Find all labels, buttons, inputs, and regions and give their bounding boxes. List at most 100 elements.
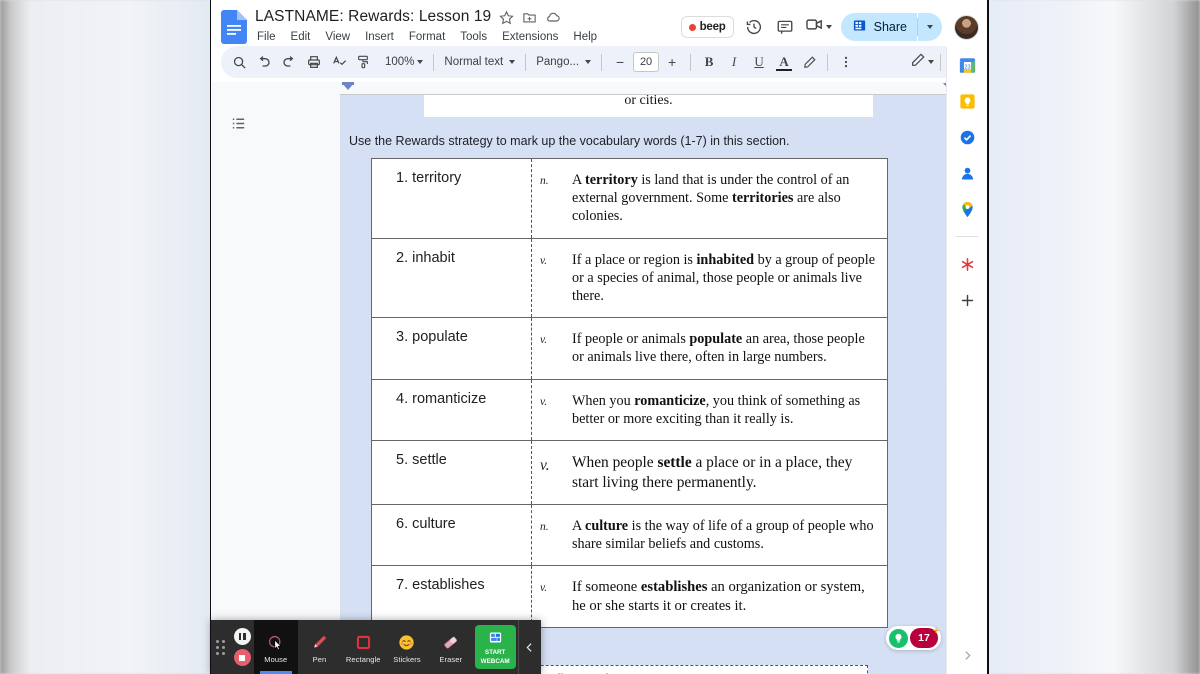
vocab-word: populate <box>412 329 468 346</box>
vocab-definition-cell[interactable]: n. A territory is land that is under the… <box>532 159 888 239</box>
vocab-word-cell[interactable]: 5. settle <box>371 440 532 505</box>
zoom-selector[interactable]: 100% <box>377 56 427 68</box>
writing-suggestions-badges[interactable]: 17 + <box>886 626 941 650</box>
cloud-saved-icon[interactable] <box>545 9 561 25</box>
definition-text: When you romanticize, you think of somet… <box>572 392 861 427</box>
paint-format-icon[interactable] <box>352 50 376 74</box>
table-row[interactable]: 4. romanticize v. When you romanticize, … <box>371 379 888 441</box>
table-row[interactable]: 2. inhabit v. If a place or region is in… <box>371 238 888 318</box>
menu-view[interactable]: View <box>324 30 351 44</box>
increase-font-size-button[interactable]: + <box>660 50 684 74</box>
vocab-word-cell[interactable]: 6. culture <box>371 504 532 566</box>
avatar[interactable] <box>954 14 979 40</box>
previous-paragraph-fragment: or cities. <box>424 95 873 117</box>
star-icon[interactable] <box>499 10 514 25</box>
toolbar-divider <box>940 53 941 71</box>
beep-recording-button[interactable]: beep <box>680 16 734 38</box>
redo-icon[interactable] <box>277 50 301 74</box>
table-row[interactable]: 5. settle v. When people settle a place … <box>371 440 888 505</box>
share-control: Share <box>840 13 942 41</box>
vocabulary-table[interactable]: 1. territory n. A territory is land that… <box>371 158 888 628</box>
font-family-selector[interactable]: Pango... <box>532 56 595 68</box>
share-dropdown-button[interactable] <box>918 13 942 41</box>
vocab-word-cell[interactable]: 1. territory <box>371 158 532 239</box>
menu-extensions[interactable]: Extensions <box>501 30 559 44</box>
bold-button[interactable]: B <box>697 50 721 74</box>
paragraph-style-selector[interactable]: Normal text <box>440 56 519 68</box>
vocab-definition-cell[interactable]: v. If people or animals populate an area… <box>532 318 888 379</box>
document-page[interactable]: or cities. Use the Rewards strategy to m… <box>340 95 957 674</box>
vocab-word-cell[interactable]: 4. romanticize <box>371 379 532 441</box>
menu-file[interactable]: File <box>256 30 277 44</box>
menu-format[interactable]: Format <box>408 30 446 44</box>
editor-area: or cities. Use the Rewards strategy to m… <box>211 82 987 674</box>
vocab-number: 1. <box>396 170 409 186</box>
collapse-chevron-icon[interactable] <box>517 620 541 674</box>
vocab-definition-cell[interactable]: n. A culture is the way of life of a gro… <box>532 505 888 566</box>
vocab-definition-cell[interactable]: v. If someone establishes an organizatio… <box>532 566 888 627</box>
editing-mode-selector[interactable] <box>910 52 934 73</box>
share-button[interactable]: Share <box>840 13 917 41</box>
start-webcam-button[interactable]: START WEBCAM <box>474 625 516 669</box>
table-row[interactable]: 3. populate v. If people or animals popu… <box>371 317 888 380</box>
spellcheck-icon[interactable] <box>327 50 351 74</box>
italic-button[interactable]: I <box>722 50 746 74</box>
highlight-pen-icon[interactable] <box>797 50 821 74</box>
google-keep-icon[interactable] <box>956 90 978 112</box>
backdrop-right <box>985 0 1200 674</box>
stop-recording-icon[interactable] <box>233 649 251 666</box>
menu-tools[interactable]: Tools <box>459 30 488 44</box>
add-addon-icon[interactable] <box>956 289 978 311</box>
menu-insert[interactable]: Insert <box>364 30 395 44</box>
part-of-speech: n. <box>540 175 549 187</box>
undo-icon[interactable] <box>252 50 276 74</box>
google-maps-icon[interactable] <box>956 198 978 220</box>
drag-grip-icon[interactable] <box>211 620 231 674</box>
google-calendar-icon[interactable]: 23 <box>956 54 978 76</box>
menu-help[interactable]: Help <box>572 30 598 44</box>
print-icon[interactable] <box>302 50 326 74</box>
decrease-font-size-button[interactable]: − <box>608 50 632 74</box>
meet-button[interactable] <box>805 15 832 39</box>
expand-panel-icon[interactable] <box>947 649 987 662</box>
tool-eraser[interactable]: Eraser <box>429 620 473 674</box>
table-row[interactable]: 6. culture n. A culture is the way of li… <box>371 504 888 566</box>
google-tasks-icon[interactable] <box>956 126 978 148</box>
vocab-word: romanticize <box>412 390 487 407</box>
tool-stickers[interactable]: Stickers <box>385 620 429 674</box>
vocab-word-cell[interactable]: 3. populate <box>371 317 532 380</box>
move-to-folder-icon[interactable] <box>522 10 537 25</box>
text-color-button[interactable]: A <box>772 50 796 74</box>
part-of-speech: n. <box>540 521 549 534</box>
search-icon[interactable] <box>227 50 251 74</box>
underline-button[interactable]: U <box>747 50 771 74</box>
google-docs-logo-icon[interactable] <box>221 10 247 44</box>
suggestion-bulb-icon[interactable] <box>889 628 908 648</box>
record-dot-icon <box>688 23 696 31</box>
vocab-definition-cell[interactable]: v. When you romanticize, you think of so… <box>532 379 888 440</box>
tool-rectangle[interactable]: Rectangle <box>341 620 385 674</box>
table-row[interactable]: 1. territory n. A territory is land that… <box>371 158 888 239</box>
horizontal-ruler[interactable] <box>340 82 957 95</box>
vocab-definition-cell[interactable]: v. If a place or region is inhabited by … <box>532 238 888 318</box>
suggestion-count-badge[interactable]: 17 + <box>910 626 939 648</box>
rail-divider <box>956 236 978 237</box>
document-outline-icon[interactable] <box>225 110 251 136</box>
document-title[interactable]: LASTNAME: Rewards: Lesson 19 <box>255 8 491 26</box>
tool-label: Pen <box>312 654 327 664</box>
more-options-icon[interactable] <box>834 50 858 74</box>
vocab-word-cell[interactable]: 2. inhabit <box>371 238 532 318</box>
google-contacts-icon[interactable] <box>956 162 978 184</box>
vocab-word-cell[interactable]: 7. establishes <box>371 565 532 628</box>
menu-edit[interactable]: Edit <box>290 30 312 44</box>
pause-recording-icon[interactable] <box>233 628 251 645</box>
addon-asterisk-icon[interactable] <box>956 253 978 275</box>
part-of-speech: v. <box>540 334 548 347</box>
font-size-input[interactable]: 20 <box>633 52 660 72</box>
tool-mouse[interactable]: Mouse <box>253 620 298 674</box>
vocab-definition-cell[interactable]: v. When people settle a place or in a pl… <box>532 441 888 505</box>
version-history-icon[interactable] <box>743 16 765 38</box>
comment-icon[interactable] <box>774 16 796 38</box>
tool-pen[interactable]: Pen <box>298 620 342 674</box>
table-row[interactable]: 7. establishes v. If someone establishes… <box>371 565 888 628</box>
